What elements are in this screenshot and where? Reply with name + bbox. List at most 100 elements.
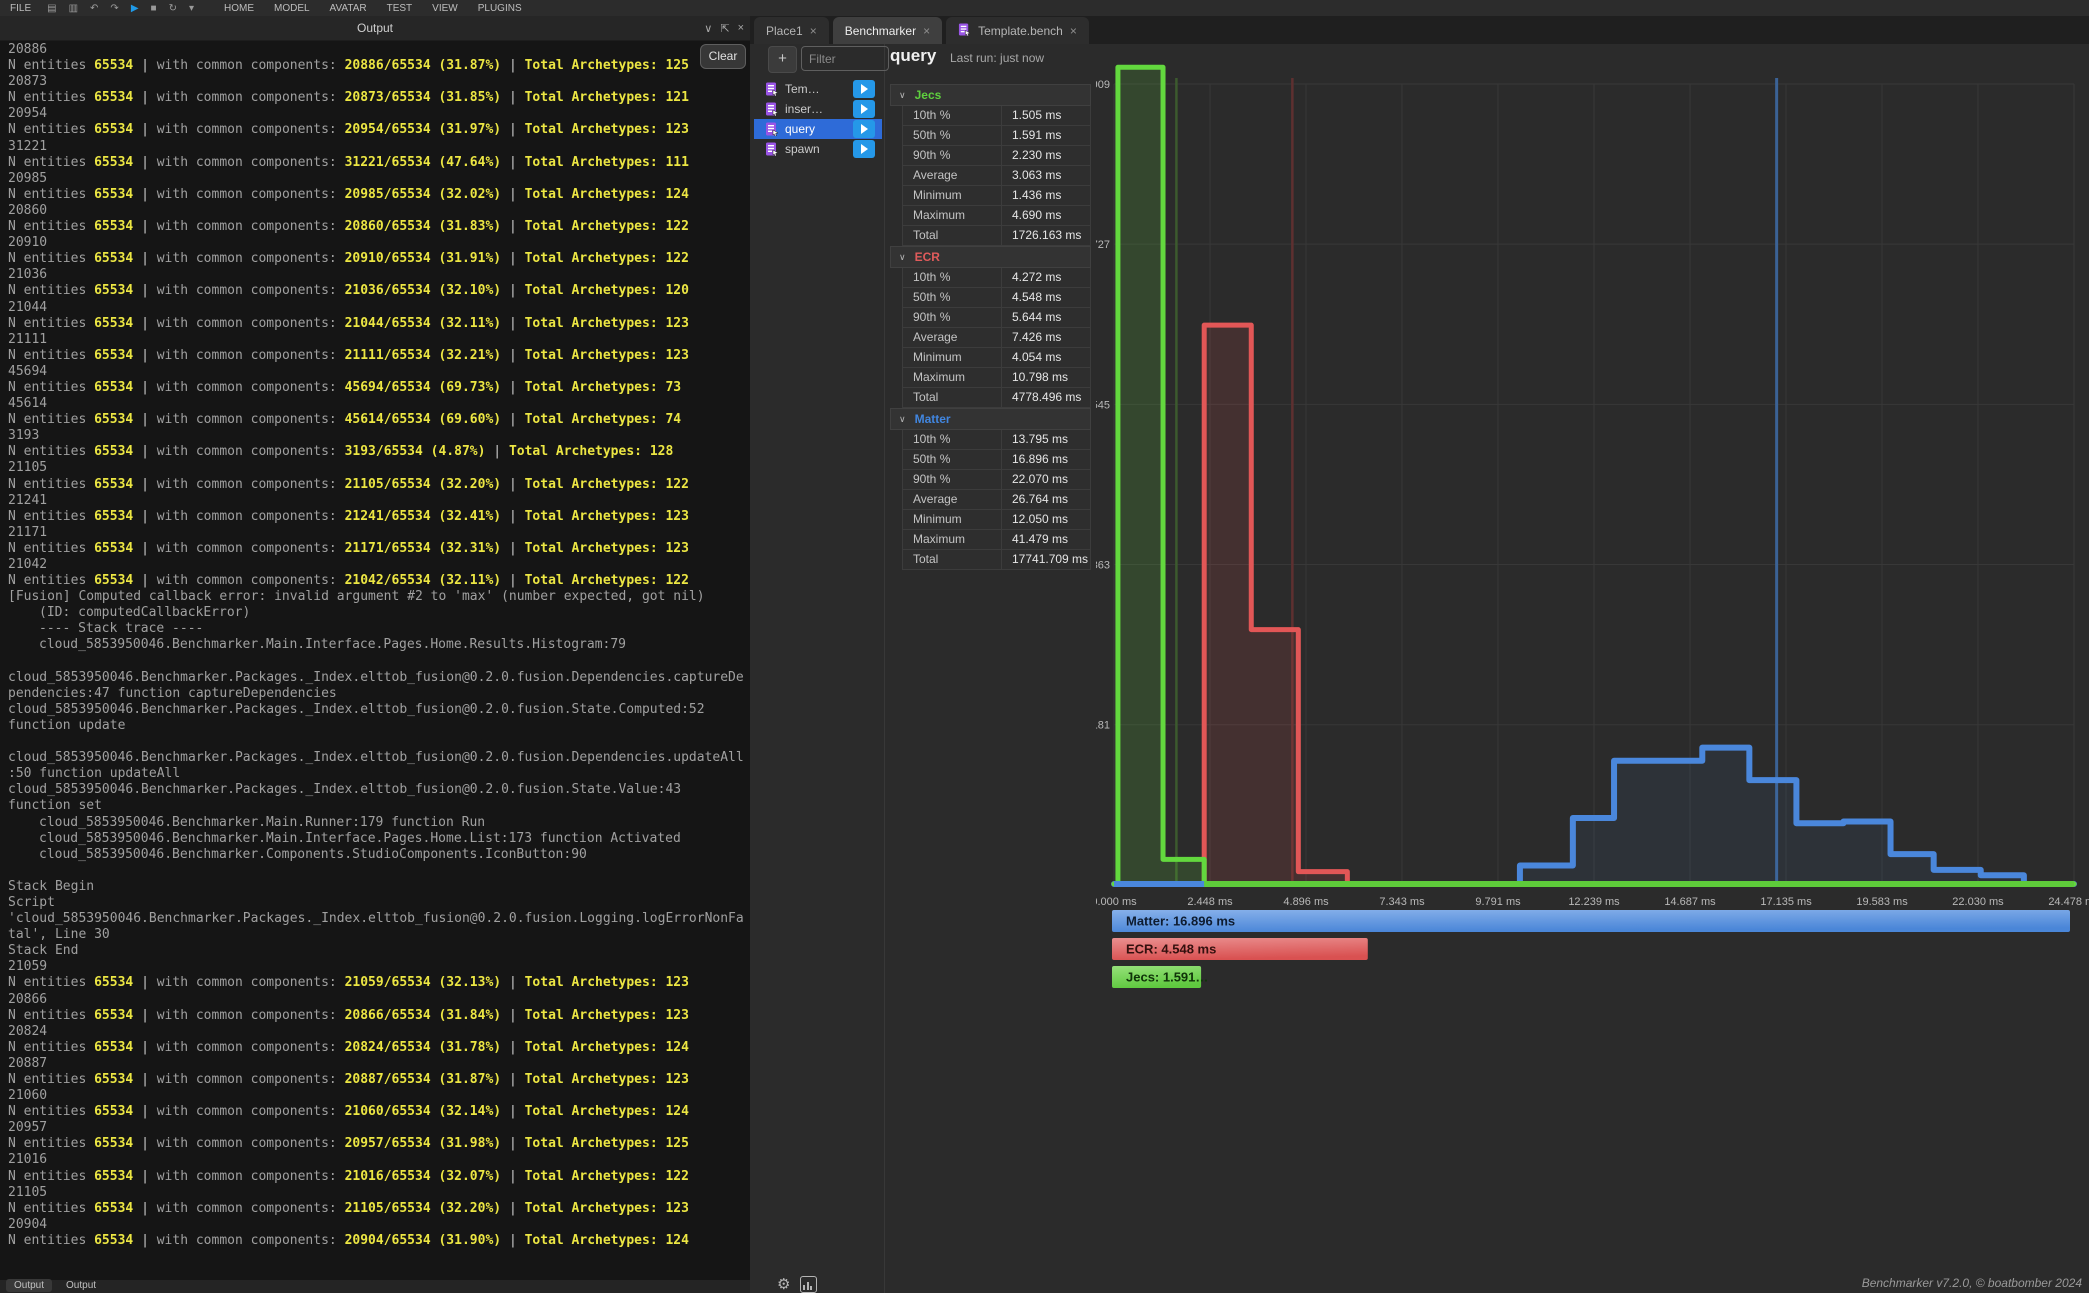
stat-row-matter-90th: 90th %22.070 ms <box>902 470 1091 490</box>
benchmark-item-spawn[interactable]: spawn <box>754 139 882 159</box>
console-line: N entities 65534 | with common component… <box>0 1008 750 1024</box>
stat-label: Total <box>903 388 1002 407</box>
close-tab-icon[interactable]: × <box>810 24 817 38</box>
close-tab-icon[interactable]: × <box>1070 24 1077 38</box>
y-axis-tick-label: 363 <box>1096 560 1110 572</box>
console-line: N entities 65534 | with common component… <box>0 444 750 460</box>
menu-home[interactable]: HOME <box>214 3 264 14</box>
legend-bar-matter[interactable] <box>1112 910 2070 932</box>
axis-baseline <box>1204 881 2074 887</box>
stat-value: 1.591 ms <box>1002 126 1090 145</box>
tab-benchmarker[interactable]: Benchmarker× <box>833 17 942 44</box>
output-panel-header[interactable]: Output ∨ ⇱ × <box>0 16 750 41</box>
x-axis-tick-label: 2.448 ms <box>1187 896 1233 908</box>
stat-row-ecr-minimum: Minimum4.054 ms <box>902 348 1091 368</box>
run-benchmark-button[interactable] <box>853 140 875 158</box>
run-benchmark-button[interactable] <box>853 120 875 138</box>
stats-section-header-jecs[interactable]: ∨Jecs <box>890 84 1091 106</box>
console-line: 20824 <box>0 1024 750 1040</box>
stats-section-name: ECR <box>915 250 940 264</box>
y-axis-tick-label: 727 <box>1096 239 1110 251</box>
stat-value: 4778.496 ms <box>1002 388 1090 407</box>
stat-value: 7.426 ms <box>1002 328 1090 347</box>
x-axis-tick-label: 22.030 ms <box>1952 896 2004 908</box>
tab-place1[interactable]: Place1× <box>754 17 829 44</box>
stop-icon[interactable]: ■ <box>145 3 163 14</box>
clipboard-icon[interactable]: ▤ <box>41 3 62 14</box>
redo-icon[interactable]: ↷ <box>104 3 124 14</box>
menubar: FILE ▤ ▥ ↶ ↷ ▶ ■ ↻ ▾ HOMEMODELAVATARTEST… <box>0 0 2089 17</box>
menu-plugins[interactable]: PLUGINS <box>468 3 532 14</box>
console-line: N entities 65534 | with common component… <box>0 58 750 74</box>
console-line: 20866 <box>0 992 750 1008</box>
console-line: :50 function updateAll <box>0 766 750 782</box>
results-chart-icon[interactable] <box>800 1276 817 1293</box>
menu-model[interactable]: MODEL <box>264 3 320 14</box>
menu-test[interactable]: TEST <box>377 3 423 14</box>
console-line: N entities 65534 | with common component… <box>0 1233 750 1249</box>
close-tab-icon[interactable]: × <box>923 24 930 38</box>
x-axis-tick-label: 7.343 ms <box>1379 896 1425 908</box>
status-tab-output-1[interactable]: Output <box>58 1279 104 1292</box>
benchmark-item-inser[interactable]: inser… <box>754 99 882 119</box>
run-benchmark-button[interactable] <box>853 80 875 98</box>
legend-label: Jecs: 1.591… <box>1126 970 1208 985</box>
play-icon[interactable]: ▶ <box>125 3 145 14</box>
stats-section-header-ecr[interactable]: ∨ECR <box>890 246 1091 268</box>
stat-row-jecs-minimum: Minimum1.436 ms <box>902 186 1091 206</box>
dropdown-icon[interactable]: ▾ <box>183 3 200 14</box>
menu-view[interactable]: VIEW <box>422 3 468 14</box>
benchmark-item-query[interactable]: query <box>754 119 882 139</box>
stat-row-ecr-10th: 10th %4.272 ms <box>902 268 1091 288</box>
console-line: N entities 65534 | with common component… <box>0 1169 750 1185</box>
stat-value: 4.272 ms <box>1002 268 1090 287</box>
status-tab-output[interactable]: Output <box>6 1279 52 1292</box>
status-tabbar: Output Output <box>6 1279 104 1292</box>
stats-section-header-matter[interactable]: ∨Matter <box>890 408 1091 430</box>
console-line: 21241 <box>0 493 750 509</box>
stat-value: 4.690 ms <box>1002 206 1090 225</box>
popout-icon[interactable]: ⇱ <box>720 22 729 35</box>
gear-icon[interactable]: ⚙ <box>777 1275 790 1293</box>
export-icon[interactable]: ▥ <box>63 3 84 14</box>
console-log[interactable]: 20886N entities 65534 | with common comp… <box>0 40 750 1282</box>
console-line: 3193 <box>0 428 750 444</box>
menu-items: HOMEMODELAVATARTESTVIEWPLUGINS <box>214 3 532 14</box>
run-benchmark-button[interactable] <box>853 100 875 118</box>
stat-label: Minimum <box>903 510 1002 529</box>
y-axis-tick-label: 181 <box>1096 720 1110 732</box>
tab-template-bench[interactable]: Template.bench× <box>946 17 1089 44</box>
x-axis-tick-label: 9.791 ms <box>1475 896 1521 908</box>
console-line: N entities 65534 | with common component… <box>0 219 750 235</box>
stat-value: 3.063 ms <box>1002 166 1090 185</box>
console-line: N entities 65534 | with common component… <box>0 509 750 525</box>
add-benchmark-button[interactable]: + <box>768 46 797 73</box>
stat-label: 50th % <box>903 450 1002 469</box>
chevron-down-icon[interactable]: ∨ <box>704 22 712 35</box>
stat-row-matter-minimum: Minimum12.050 ms <box>902 510 1091 530</box>
panel-divider[interactable] <box>884 44 885 1293</box>
stat-label: 50th % <box>903 126 1002 145</box>
console-line: 21060 <box>0 1088 750 1104</box>
close-icon[interactable]: × <box>738 22 744 34</box>
stat-row-ecr-90th: 90th %5.644 ms <box>902 308 1091 328</box>
reset-icon[interactable]: ↻ <box>163 3 183 14</box>
stat-value: 2.230 ms <box>1002 146 1090 165</box>
menu-file[interactable]: FILE <box>0 3 41 14</box>
stat-label: 10th % <box>903 430 1002 449</box>
x-axis-tick-label: 12.239 ms <box>1568 896 1620 908</box>
menu-avatar[interactable]: AVATAR <box>320 3 377 14</box>
filter-input[interactable] <box>801 46 889 71</box>
stat-label: Total <box>903 226 1002 245</box>
stat-row-jecs-total: Total1726.163 ms <box>902 226 1091 246</box>
benchmark-item-Tem[interactable]: Tem… <box>754 79 882 99</box>
legend-label: Matter: 16.896 ms <box>1126 914 1235 929</box>
console-line: N entities 65534 | with common component… <box>0 1040 750 1056</box>
console-line: N entities 65534 | with common component… <box>0 1136 750 1152</box>
console-line: 21111 <box>0 332 750 348</box>
histogram-chart: 1813635457279090.000 ms2.448 ms4.896 ms7… <box>1096 56 2089 1006</box>
stat-row-jecs-average: Average3.063 ms <box>902 166 1091 186</box>
script-icon <box>765 122 779 136</box>
undo-icon[interactable]: ↶ <box>84 3 104 14</box>
output-panel-title: Output <box>0 16 750 40</box>
